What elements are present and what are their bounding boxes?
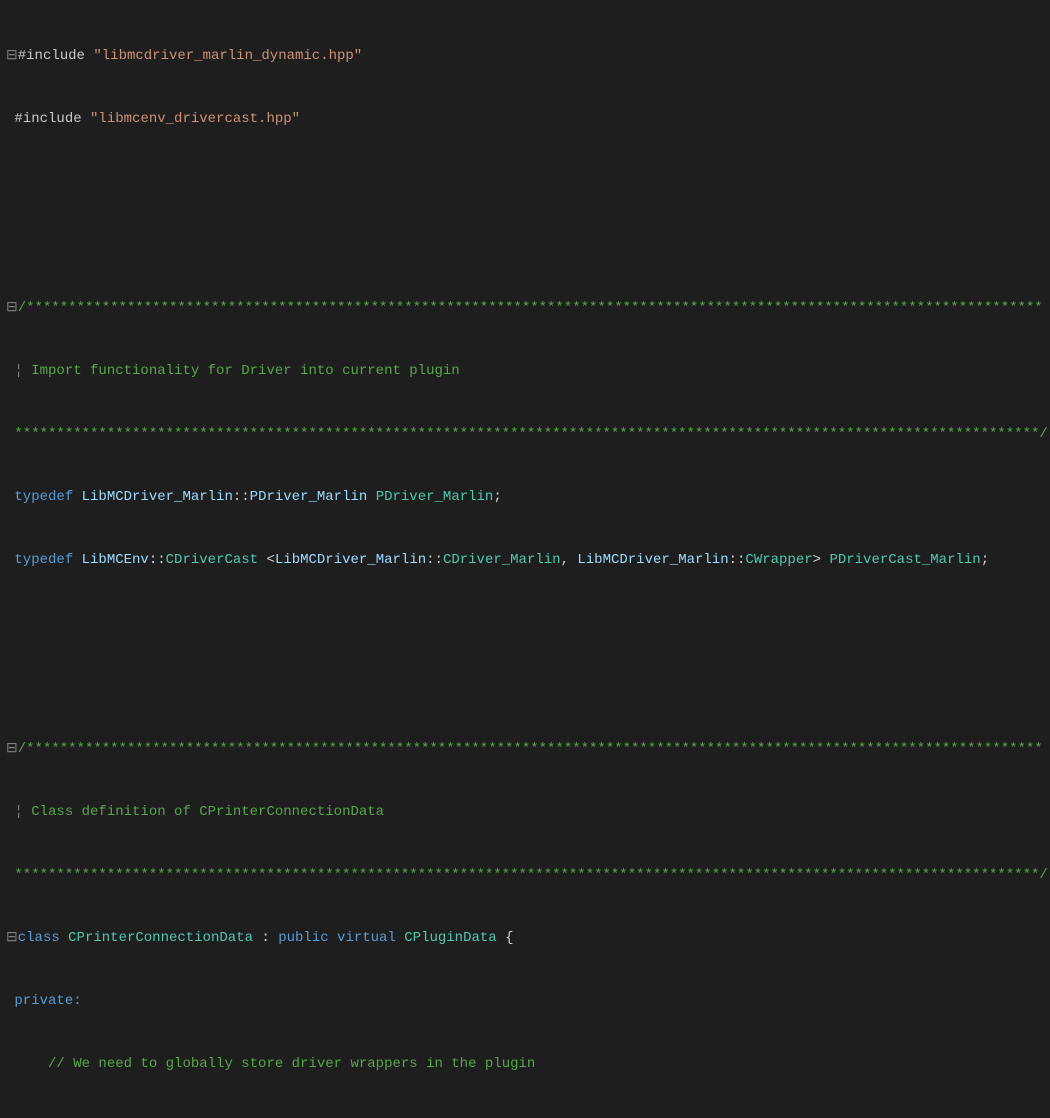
comment-divider: ****************************************…: [14, 426, 1047, 442]
code-line[interactable]: ****************************************…: [0, 424, 1050, 445]
code-line[interactable]: ¦ Class definition of CPrinterConnection…: [0, 802, 1050, 823]
code-line[interactable]: ¦ Import functionality for Driver into c…: [0, 361, 1050, 382]
code-line[interactable]: #include "libmcenv_drivercast.hpp": [0, 109, 1050, 130]
type: CDriver_Marlin: [443, 552, 561, 568]
code-line[interactable]: ****************************************…: [0, 865, 1050, 886]
type: CWrapper: [745, 552, 812, 568]
code-line[interactable]: [0, 676, 1050, 697]
code-line[interactable]: [0, 235, 1050, 256]
code-line[interactable]: ⊟/**************************************…: [0, 739, 1050, 760]
comment-divider: /***************************************…: [18, 300, 1043, 316]
code-editor[interactable]: ⊟#include "libmcdriver_marlin_dynamic.hp…: [0, 0, 1050, 1118]
keyword: virtual: [337, 930, 396, 946]
include-path: "libmcenv_drivercast.hpp": [90, 111, 300, 127]
include-path: "libmcdriver_marlin_dynamic.hpp": [93, 48, 362, 64]
preproc-directive: #include: [18, 48, 85, 64]
type: CDriverCast: [166, 552, 258, 568]
keyword: typedef: [14, 489, 73, 505]
code-line[interactable]: [0, 613, 1050, 634]
code-line[interactable]: ⊟#include "libmcdriver_marlin_dynamic.hp…: [0, 46, 1050, 67]
preproc-directive: #include: [14, 111, 81, 127]
comment-divider: ****************************************…: [14, 867, 1047, 883]
comment-section: Import functionality for Driver into cur…: [23, 363, 460, 379]
class-name: CPrinterConnectionData: [68, 930, 253, 946]
comment-section: Class definition of CPrinterConnectionDa…: [23, 804, 384, 820]
code-line[interactable]: ⊟/**************************************…: [0, 298, 1050, 319]
code-line[interactable]: typedef LibMCDriver_Marlin::PDriver_Marl…: [0, 487, 1050, 508]
namespace: LibMCDriver_Marlin: [275, 552, 426, 568]
comment: // We need to globally store driver wrap…: [48, 1056, 535, 1072]
keyword: class: [18, 930, 60, 946]
code-line[interactable]: private:: [0, 991, 1050, 1012]
keyword: public: [278, 930, 328, 946]
code-line[interactable]: [0, 172, 1050, 193]
code-line[interactable]: PDriverCast_Marlin m_DriverCast_Marlin;: [0, 1117, 1050, 1118]
access-specifier: private:: [14, 993, 81, 1009]
comment-divider: /***************************************…: [18, 741, 1043, 757]
code-line[interactable]: ⊟class CPrinterConnectionData : public v…: [0, 928, 1050, 949]
code-line[interactable]: // We need to globally store driver wrap…: [0, 1054, 1050, 1075]
namespace: LibMCDriver_Marlin: [577, 552, 728, 568]
type-alias: PDriverCast_Marlin: [829, 552, 980, 568]
namespace: LibMCDriver_Marlin: [82, 489, 233, 505]
keyword: typedef: [14, 552, 73, 568]
type: PDriver_Marlin: [250, 489, 368, 505]
namespace: LibMCEnv: [82, 552, 149, 568]
base-class: CPluginData: [404, 930, 496, 946]
type-alias: PDriver_Marlin: [376, 489, 494, 505]
code-line[interactable]: typedef LibMCEnv::CDriverCast <LibMCDriv…: [0, 550, 1050, 571]
